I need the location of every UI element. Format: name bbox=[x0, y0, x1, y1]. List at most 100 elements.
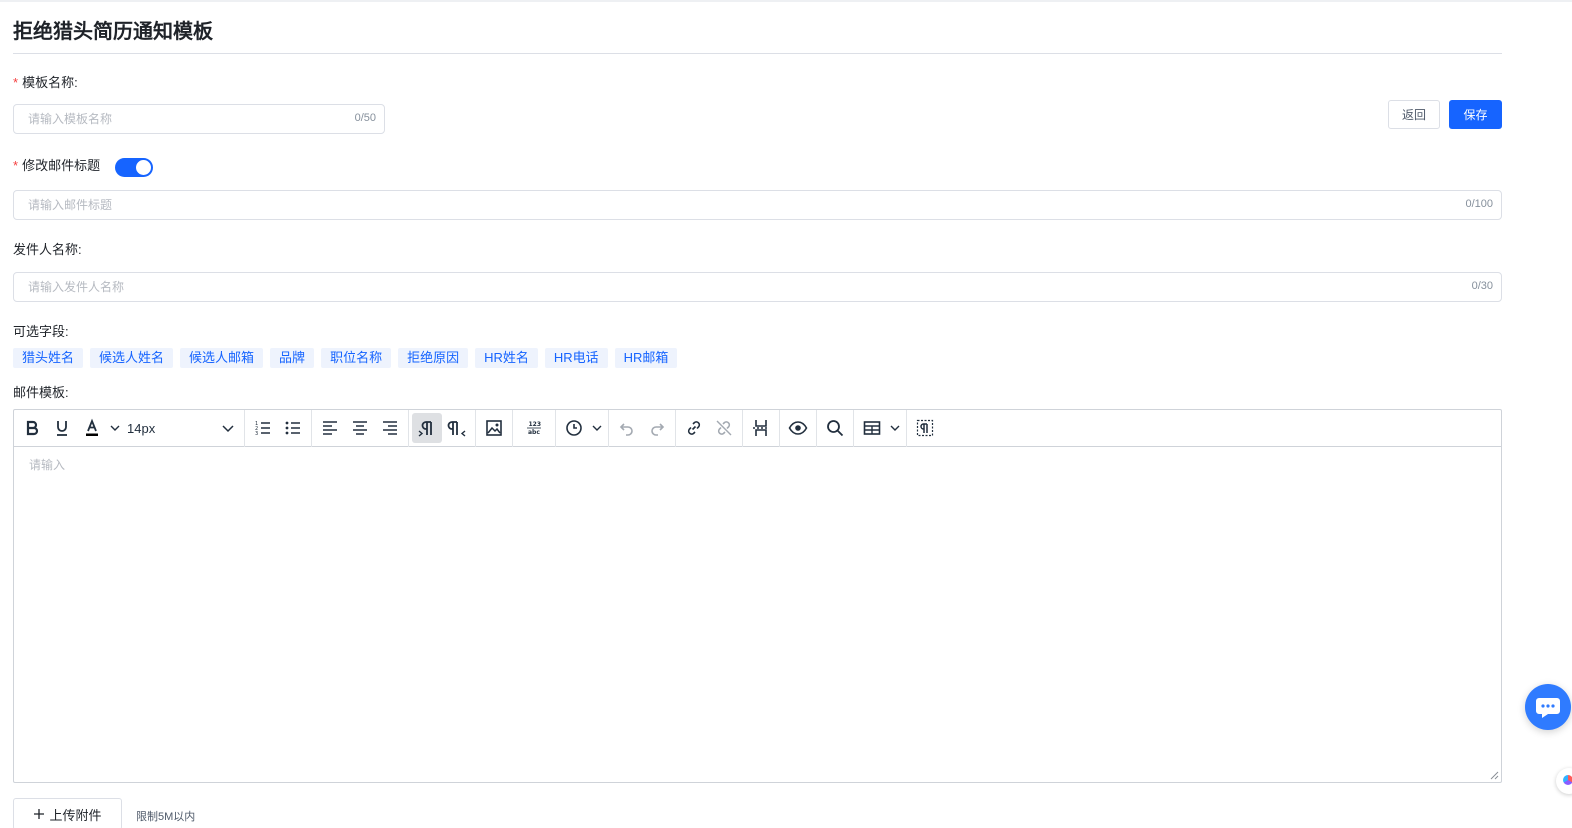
tag-hr-phone[interactable]: HR电话 bbox=[544, 348, 608, 368]
ordered-list-button[interactable]: 123 bbox=[248, 413, 278, 443]
underline-icon bbox=[57, 421, 67, 436]
template-name-counter: 0/50 bbox=[354, 112, 376, 124]
rtl-icon bbox=[447, 421, 466, 437]
sender-name-field[interactable]: 0/30 bbox=[13, 272, 1502, 302]
chat-bubble-icon bbox=[1536, 698, 1560, 718]
search-replace-button[interactable] bbox=[820, 413, 850, 443]
redo-button[interactable] bbox=[642, 413, 672, 443]
undo-button[interactable] bbox=[612, 413, 642, 443]
rtl-button[interactable] bbox=[442, 413, 472, 443]
mail-subject-field[interactable]: 0/100 bbox=[13, 190, 1502, 220]
template-name-input[interactable] bbox=[28, 105, 318, 133]
required-mark: * bbox=[13, 158, 19, 173]
ltr-button[interactable] bbox=[412, 413, 442, 443]
toolbar-group-search bbox=[817, 409, 854, 447]
page-break-icon bbox=[753, 420, 767, 436]
ltr-icon bbox=[418, 421, 432, 437]
mail-subject-label-text: 修改邮件标题 bbox=[22, 158, 101, 173]
redo-icon bbox=[651, 423, 665, 436]
underline-button[interactable] bbox=[47, 413, 77, 443]
toolbar-group-table bbox=[854, 409, 907, 447]
table-dropdown[interactable] bbox=[887, 413, 903, 443]
tag-candidate-name[interactable]: 候选人姓名 bbox=[90, 348, 174, 368]
align-center-icon bbox=[353, 421, 367, 435]
mail-subject-counter: 0/100 bbox=[1465, 198, 1493, 210]
align-right-button[interactable] bbox=[375, 413, 405, 443]
top-border bbox=[0, 0, 1572, 2]
tag-headhunter-name[interactable]: 猎头姓名 bbox=[13, 348, 84, 368]
sender-name-label: 发件人名称: bbox=[13, 242, 82, 257]
page-break-button[interactable] bbox=[746, 413, 776, 443]
tag-candidate-email[interactable]: 候选人邮箱 bbox=[180, 348, 264, 368]
save-button[interactable]: 保存 bbox=[1449, 100, 1502, 129]
toolbar-group-direction bbox=[409, 409, 476, 447]
tag-hr-name[interactable]: HR姓名 bbox=[475, 348, 538, 368]
page-title: 拒绝猎头简历通知模板 bbox=[13, 21, 213, 43]
template-name-label: * 模板名称: bbox=[13, 74, 78, 92]
optional-field-tags: 猎头姓名 候选人姓名 候选人邮箱 品牌 职位名称 拒绝原因 HR姓名 HR电话 … bbox=[13, 348, 678, 368]
insert-datetime-button[interactable] bbox=[559, 413, 589, 443]
toolbar-group-align bbox=[312, 409, 409, 447]
preview-button[interactable] bbox=[783, 413, 813, 443]
mail-subject-input[interactable] bbox=[28, 191, 1435, 219]
toolbar-group-link bbox=[676, 409, 743, 447]
mail-subject-toggle[interactable] bbox=[115, 158, 153, 177]
toolbar-group-datetime bbox=[556, 409, 609, 447]
toolbar-group-pagebreak bbox=[743, 409, 780, 447]
tag-hr-email[interactable]: HR邮箱 bbox=[614, 348, 678, 368]
resize-handle-icon[interactable] bbox=[1490, 771, 1499, 780]
upload-attachment-button[interactable]: 上传附件 bbox=[13, 798, 122, 828]
align-left-button[interactable] bbox=[315, 413, 345, 443]
back-button[interactable]: 返回 bbox=[1388, 100, 1440, 129]
link-button[interactable] bbox=[679, 413, 709, 443]
text-color-dropdown[interactable] bbox=[107, 413, 123, 443]
font-size-select[interactable]: 14px bbox=[123, 413, 241, 443]
table-button[interactable] bbox=[857, 413, 887, 443]
align-left-icon bbox=[323, 421, 337, 435]
sender-name-input[interactable] bbox=[28, 273, 1435, 301]
bullet-list-button[interactable] bbox=[278, 413, 308, 443]
search-icon bbox=[827, 420, 844, 437]
chat-assistant-button[interactable] bbox=[1525, 684, 1571, 730]
svg-text:123: 123 bbox=[529, 421, 542, 428]
unlink-icon bbox=[716, 420, 732, 436]
template-name-field[interactable]: 0/50 bbox=[13, 104, 385, 134]
mail-template-label: 邮件模板: bbox=[13, 385, 69, 400]
bullet-list-icon bbox=[285, 421, 300, 435]
align-center-button[interactable] bbox=[345, 413, 375, 443]
tag-reject-reason[interactable]: 拒绝原因 bbox=[398, 348, 469, 368]
svg-text:3: 3 bbox=[255, 431, 258, 437]
show-blocks-icon bbox=[916, 419, 934, 437]
text-color-button[interactable] bbox=[77, 413, 107, 443]
svg-text:abc: abc bbox=[528, 429, 540, 436]
font-size-value: 14px bbox=[127, 420, 156, 436]
link-icon bbox=[687, 421, 701, 435]
toolbar-group-wordcount: 123 abc bbox=[513, 409, 556, 447]
editor-placeholder: 请输入 bbox=[29, 458, 66, 472]
toolbar-group-format: 14px bbox=[14, 409, 245, 447]
chevron-down-icon bbox=[592, 425, 602, 431]
rich-text-editor: 14px 123 123 abc 请输入 bbox=[13, 409, 1502, 783]
align-right-icon bbox=[383, 421, 397, 435]
editor-toolbar: 14px 123 123 abc bbox=[14, 409, 1501, 447]
toolbar-group-lists: 123 bbox=[245, 409, 312, 447]
undo-icon bbox=[619, 423, 633, 436]
tag-job-title[interactable]: 职位名称 bbox=[321, 348, 392, 368]
ordered-list-icon: 123 bbox=[255, 421, 270, 437]
word-count-button[interactable]: 123 abc bbox=[516, 413, 552, 443]
image-button[interactable] bbox=[479, 413, 509, 443]
word-count-icon: 123abc bbox=[527, 421, 542, 436]
upload-attachment-label: 上传附件 bbox=[49, 807, 102, 823]
bold-button[interactable] bbox=[17, 413, 47, 443]
chevron-down-icon bbox=[222, 425, 234, 433]
show-blocks-button[interactable] bbox=[910, 413, 940, 443]
assistant-widget-button[interactable] bbox=[1556, 768, 1572, 794]
unlink-button[interactable] bbox=[709, 413, 739, 443]
datetime-dropdown[interactable] bbox=[589, 413, 605, 443]
toolbar-group-preview bbox=[780, 409, 817, 447]
template-name-label-text: 模板名称: bbox=[22, 75, 78, 90]
mail-subject-label: * 修改邮件标题 bbox=[13, 157, 100, 175]
tag-brand[interactable]: 品牌 bbox=[270, 348, 315, 368]
editor-content[interactable]: 请输入 bbox=[14, 448, 1501, 782]
plus-icon bbox=[34, 809, 45, 819]
